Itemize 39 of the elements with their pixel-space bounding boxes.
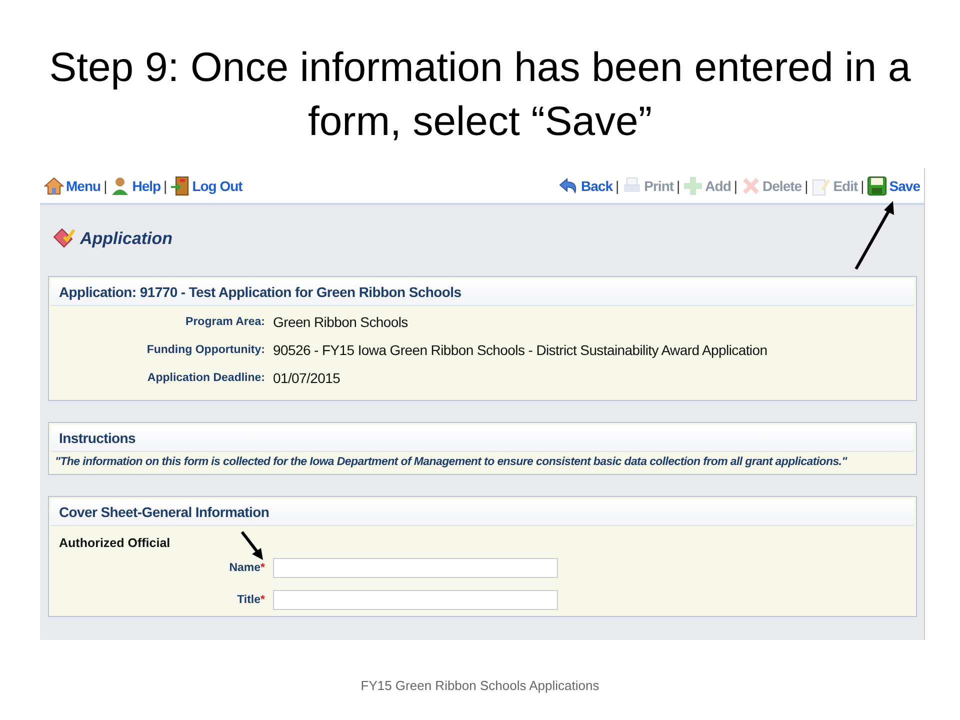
section-label: Authorized Official (59, 536, 170, 550)
toolbar-link[interactable]: Menu (66, 178, 101, 194)
cross-icon (740, 176, 761, 196)
plus-icon (683, 176, 704, 196)
panel-header: Application: 91770 - Test Application for Green Ribbon Schools (51, 279, 914, 306)
panel-header: Cover Sheet-General Information (51, 499, 914, 526)
separator: | (734, 178, 738, 194)
instructions-text: "The information on this form is collected for the Iowa Department of Management to ensure consistent basic data collection from all grant applications." (55, 456, 848, 468)
separator: | (804, 178, 808, 194)
toolbar-link[interactable]: Save (889, 178, 920, 194)
field-label: Funding Opportunity: (146, 344, 265, 356)
slide-footer: FY15 Green Ribbon Schools Applications (0, 678, 960, 693)
input-field[interactable] (273, 590, 558, 610)
field-label: Name (229, 562, 261, 574)
field-label: Application Deadline: (146, 372, 265, 384)
field-label: Title (237, 594, 261, 606)
page-heading: Application (80, 229, 173, 249)
toolbar-link[interactable]: Back (581, 178, 612, 194)
slide-title: Step 9: Once information has been entered in a form, select “Save” (48, 43, 912, 146)
separator: | (164, 178, 168, 194)
panel-header: Instructions (51, 425, 914, 452)
house-icon (44, 176, 64, 196)
separator: | (860, 178, 864, 194)
field-value: Green Ribbon Schools (273, 314, 409, 330)
annotation-arrow (853, 199, 897, 271)
field-value: 90526 - FY15 Iowa Green Ribbon Schools - District Sustainability Award Application (273, 342, 768, 358)
door-icon (170, 176, 190, 196)
separator: | (676, 178, 680, 194)
field-value: 01/07/2015 (273, 370, 342, 386)
required-mark: * (260, 594, 265, 606)
separator: | (616, 178, 620, 194)
annotation-arrow (240, 530, 266, 562)
toolbar-link[interactable]: Help (132, 178, 161, 194)
person-icon (110, 176, 130, 196)
field-label: Program Area: (184, 316, 265, 328)
toolbar-link[interactable]: Log Out (192, 178, 242, 194)
input-field[interactable] (273, 558, 558, 578)
separator: | (104, 178, 108, 194)
required-mark: * (260, 562, 265, 574)
